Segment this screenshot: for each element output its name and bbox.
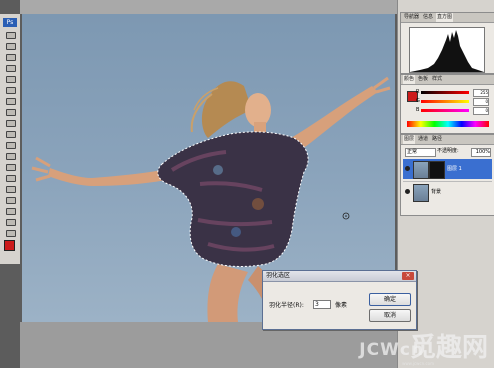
hand-tool-icon[interactable]: [4, 217, 16, 226]
dialog-title: 羽化选区: [266, 272, 291, 279]
document-titlebar: [20, 0, 397, 14]
watermark-chinese: 觅趣网: [409, 333, 488, 363]
tab-layers[interactable]: 图层: [403, 135, 416, 144]
eye-icon[interactable]: [405, 166, 410, 171]
color-panel: 颜色 色板 样式 R 255 G 0 B 0: [400, 74, 494, 134]
type-tool-icon[interactable]: [4, 195, 16, 204]
layer-thumbnail: [413, 161, 429, 179]
cancel-button[interactable]: 取消: [369, 309, 411, 322]
layer-name: 图层 1: [447, 166, 462, 172]
layers-panel-tabs: 图层 通道 路径: [401, 135, 494, 145]
tab-histogram[interactable]: 直方图: [436, 13, 454, 22]
tab-channels[interactable]: 通道: [417, 135, 429, 144]
tab-color[interactable]: 颜色: [403, 75, 416, 84]
slice-tool-icon[interactable]: [4, 85, 16, 94]
lasso-tool-icon[interactable]: [4, 52, 16, 61]
marquee-tool-icon[interactable]: [4, 41, 16, 50]
layer-name: 背景: [431, 189, 442, 195]
color-panel-tabs: 颜色 色板 样式: [401, 75, 494, 85]
clone-stamp-tool-icon[interactable]: [4, 118, 16, 127]
feather-radius-label: 羽化半径(R):: [269, 302, 304, 309]
tab-paths[interactable]: 路径: [431, 135, 443, 144]
dialog-titlebar: 羽化选区 ×: [263, 271, 416, 282]
blue-value[interactable]: 0: [473, 107, 489, 115]
path-select-tool-icon[interactable]: [4, 206, 16, 215]
histogram-panel-tabs: 导航器 信息 直方图: [401, 13, 494, 23]
color-ramp[interactable]: [407, 121, 489, 127]
tab-styles[interactable]: 样式: [431, 75, 443, 84]
red-value[interactable]: 255: [473, 89, 489, 97]
tab-info[interactable]: 信息: [422, 13, 434, 22]
eraser-tool-icon[interactable]: [4, 140, 16, 149]
slider-b-label: B: [416, 107, 420, 113]
tools-panel: Ps: [0, 14, 21, 264]
blue-slider[interactable]: [421, 109, 469, 112]
slider-r-label: R: [416, 89, 420, 95]
history-brush-tool-icon[interactable]: [4, 129, 16, 138]
tab-navigator[interactable]: 导航器: [403, 13, 420, 22]
feather-radius-input[interactable]: [313, 300, 331, 309]
pen-tool-icon[interactable]: [4, 184, 16, 193]
slider-g-label: G: [416, 98, 420, 104]
watermark-url: www.jcwcn.com: [402, 361, 434, 366]
foreground-color-swatch[interactable]: [4, 240, 15, 251]
dodge-tool-icon[interactable]: [4, 173, 16, 182]
magic-wand-tool-icon[interactable]: [4, 63, 16, 72]
histogram-panel: 导航器 信息 直方图: [400, 12, 494, 74]
brush-tool-icon[interactable]: [4, 107, 16, 116]
ok-button[interactable]: 确定: [369, 293, 411, 306]
move-tool-icon[interactable]: [4, 30, 16, 39]
feather-radius-unit: 像素: [335, 302, 348, 309]
zoom-tool-icon[interactable]: [4, 228, 16, 237]
opacity-input[interactable]: 100%: [471, 148, 491, 157]
blend-mode-select[interactable]: 正常: [405, 148, 436, 157]
blur-tool-icon[interactable]: [4, 162, 16, 171]
layer-mask-thumbnail: [429, 161, 445, 179]
feather-selection-dialog: 羽化选区 × 羽化半径(R): 像素 确定 取消: [262, 270, 417, 330]
tab-swatches[interactable]: 色板: [417, 75, 429, 84]
crop-tool-icon[interactable]: [4, 74, 16, 83]
histogram-graph: [409, 27, 485, 73]
photoshop-logo: Ps: [3, 18, 17, 27]
red-slider[interactable]: [421, 91, 469, 94]
healing-brush-tool-icon[interactable]: [4, 96, 16, 105]
layer-row-background[interactable]: 背景: [403, 181, 492, 202]
gradient-tool-icon[interactable]: [4, 151, 16, 160]
green-value[interactable]: 0: [473, 98, 489, 106]
green-slider[interactable]: [421, 100, 469, 103]
opacity-label: 不透明度:: [437, 148, 459, 154]
eye-icon[interactable]: [405, 189, 410, 194]
layer-row-1[interactable]: 图层 1: [403, 159, 492, 179]
layer-thumbnail: [413, 184, 429, 202]
close-button[interactable]: ×: [402, 272, 414, 280]
layers-panel: 图层 通道 路径 正常 不透明度: 100% 图层 1 背景: [400, 134, 494, 216]
